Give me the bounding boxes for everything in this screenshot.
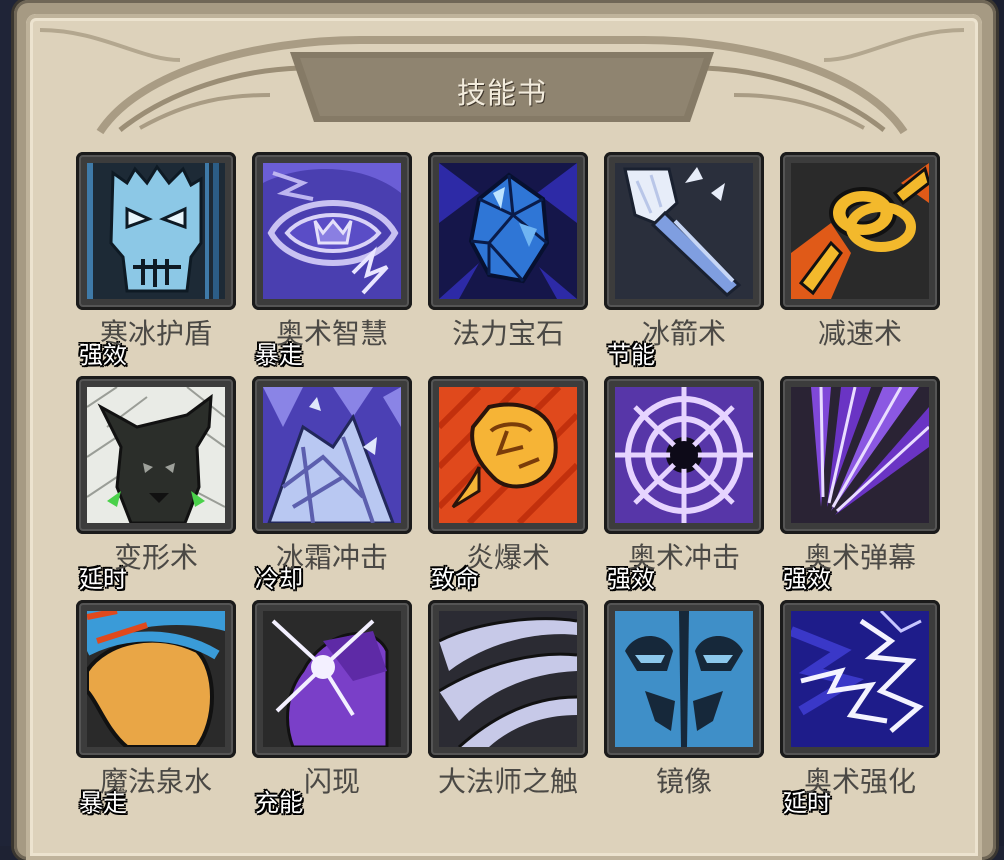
skill-card[interactable]: 暴走 魔法泉水	[76, 600, 236, 820]
skill-name: 冰霜冲击	[275, 541, 388, 574]
skill-card[interactable]: 镜像	[604, 600, 764, 820]
arcane-eye-icon	[263, 163, 401, 299]
skill-card[interactable]: 冷却 冰霜冲击	[252, 376, 412, 596]
skill-name: 奥术冲击	[627, 541, 740, 574]
skill-name: 闪现	[303, 765, 360, 798]
sheep-head-icon	[87, 387, 225, 523]
page-title: 技能书	[456, 76, 547, 110]
blink-star-icon	[263, 611, 401, 747]
skill-name: 减速术	[817, 317, 902, 350]
ice-arrow-icon	[615, 163, 753, 299]
skill-grid: 强效 寒冰护盾 暴走 奥术智慧 法力宝石 节能 冰箭术 减速术 延时 变形术 冷…	[76, 152, 946, 820]
arcane-web-icon	[615, 387, 753, 523]
skill-card[interactable]: 延时 变形术	[76, 376, 236, 596]
skill-name: 变形术	[113, 541, 198, 574]
skill-card[interactable]: 大法师之触	[428, 600, 588, 820]
skill-card[interactable]: 暴走 奥术智慧	[252, 152, 412, 372]
skill-card[interactable]: 减速术	[780, 152, 940, 372]
skill-card[interactable]: 强效 奥术冲击	[604, 376, 764, 596]
fireball-icon	[439, 387, 577, 523]
lightning-burst-icon	[791, 611, 929, 747]
gold-chain-icon	[791, 163, 929, 299]
frost-shards-icon	[263, 387, 401, 523]
skill-name: 奥术强化	[803, 765, 916, 798]
mirror-faces-icon	[615, 611, 753, 747]
blue-gem-icon	[439, 163, 577, 299]
skill-card[interactable]: 充能 闪现	[252, 600, 412, 820]
skill-name: 寒冰护盾	[99, 317, 212, 350]
skill-card[interactable]: 法力宝石	[428, 152, 588, 372]
skill-name: 法力宝石	[451, 317, 564, 350]
arcane-rays-icon	[791, 387, 929, 523]
ice-skull-icon	[87, 163, 225, 299]
skill-name: 镜像	[655, 765, 712, 798]
skill-name: 魔法泉水	[99, 765, 212, 798]
skill-card[interactable]: 致命 炎爆术	[428, 376, 588, 596]
skill-name: 奥术弹幕	[803, 541, 916, 574]
skill-name: 奥术智慧	[275, 317, 388, 350]
skill-name: 大法师之触	[437, 765, 578, 798]
mana-fountain-icon	[87, 611, 225, 747]
skill-name: 冰箭术	[641, 317, 726, 350]
skill-card[interactable]: 强效 寒冰护盾	[76, 152, 236, 372]
skill-card[interactable]: 强效 奥术弹幕	[780, 376, 940, 596]
skill-name: 炎爆术	[465, 541, 550, 574]
claw-strike-icon	[439, 611, 577, 747]
skill-card[interactable]: 延时 奥术强化	[780, 600, 940, 820]
skill-card[interactable]: 节能 冰箭术	[604, 152, 764, 372]
